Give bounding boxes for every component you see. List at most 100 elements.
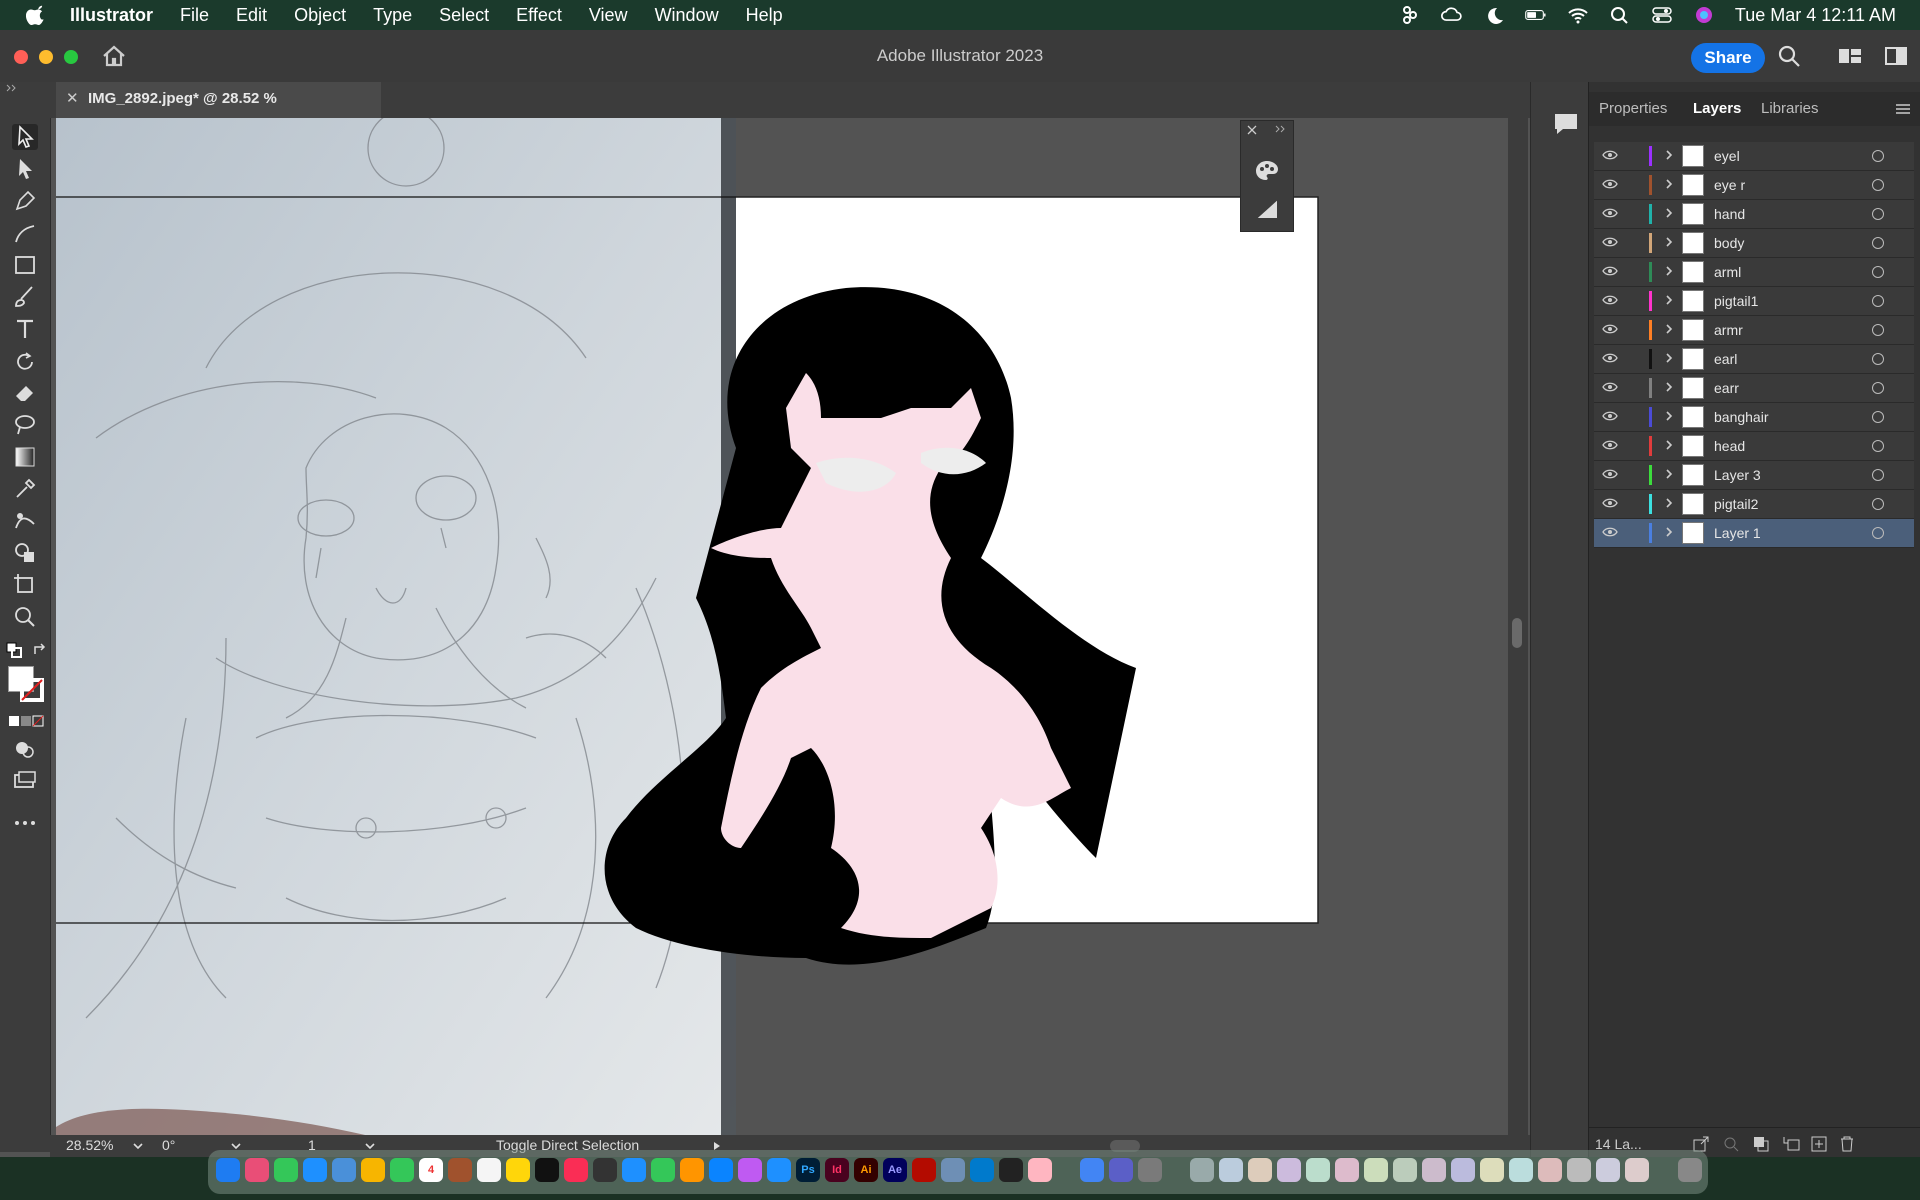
recent-file-icon-6[interactable] xyxy=(1335,1158,1359,1182)
visibility-eye-icon[interactable] xyxy=(1602,468,1618,480)
acrobat-icon[interactable] xyxy=(912,1158,936,1182)
launchpad-icon[interactable] xyxy=(245,1158,269,1182)
podcasts-icon[interactable] xyxy=(593,1158,617,1182)
artwork-canvas[interactable] xyxy=(56,118,1518,1135)
layer-row[interactable]: armr xyxy=(1594,316,1914,345)
numbers-icon[interactable] xyxy=(651,1158,675,1182)
puppet-warp-tool-icon[interactable] xyxy=(12,508,38,534)
comments-icon[interactable] xyxy=(1553,112,1579,136)
tab-libraries[interactable]: Libraries xyxy=(1761,100,1819,117)
layer-name[interactable]: earl xyxy=(1714,351,1737,367)
expand-layer-chevron-icon[interactable] xyxy=(1664,149,1674,161)
layer-row[interactable]: earr xyxy=(1594,374,1914,403)
vertical-scroll-thumb[interactable] xyxy=(1512,618,1522,648)
zoom-level-field[interactable]: 28.52% xyxy=(66,1137,113,1153)
screen-mode-icon[interactable] xyxy=(12,768,38,794)
notes-icon[interactable] xyxy=(506,1158,530,1182)
recent-file-icon-16[interactable] xyxy=(1625,1158,1649,1182)
layer-target-icon[interactable] xyxy=(1872,179,1884,191)
new-layer-icon[interactable] xyxy=(1811,1136,1827,1152)
maximize-window-button[interactable] xyxy=(64,50,78,64)
expand-layer-chevron-icon[interactable] xyxy=(1664,526,1674,538)
expand-panel-icon[interactable] xyxy=(1275,125,1287,133)
expand-layer-chevron-icon[interactable] xyxy=(1664,207,1674,219)
siri-icon[interactable] xyxy=(1693,6,1715,24)
indesign-icon[interactable]: Id xyxy=(825,1158,849,1182)
finder-icon[interactable] xyxy=(216,1158,240,1182)
app-store-icon[interactable] xyxy=(709,1158,733,1182)
close-document-icon[interactable]: ✕ xyxy=(66,82,79,116)
layer-row[interactable]: hand xyxy=(1594,200,1914,229)
minimize-window-button[interactable] xyxy=(39,50,53,64)
trash-icon[interactable] xyxy=(1839,1136,1855,1152)
document-tab[interactable]: ✕ IMG_2892.jpeg* @ 28.52 % (RGB/Preview) xyxy=(56,82,381,141)
calendar-icon[interactable]: 4 xyxy=(419,1158,443,1182)
recent-app-icon[interactable] xyxy=(1138,1158,1162,1182)
visibility-eye-icon[interactable] xyxy=(1602,381,1618,393)
visibility-eye-icon[interactable] xyxy=(1602,236,1618,248)
illustrator-icon[interactable]: Ai xyxy=(854,1158,878,1182)
layer-name[interactable]: pigtail2 xyxy=(1714,496,1758,512)
stroke-none-swatch[interactable] xyxy=(20,678,44,702)
music-icon[interactable] xyxy=(564,1158,588,1182)
apple-tv-icon[interactable] xyxy=(535,1158,559,1182)
menu-file[interactable]: File xyxy=(180,5,209,26)
color-palette-icon[interactable] xyxy=(1254,159,1280,183)
layer-name[interactable]: banghair xyxy=(1714,409,1769,425)
panel-menu-icon[interactable] xyxy=(1895,102,1911,116)
gradient-tool-icon[interactable] xyxy=(12,444,38,470)
lasso-tool-icon[interactable] xyxy=(12,412,38,438)
layer-row[interactable]: eye r xyxy=(1594,171,1914,200)
layer-target-icon[interactable] xyxy=(1872,353,1884,365)
color-mode-icons[interactable] xyxy=(8,714,44,728)
pages-icon[interactable] xyxy=(680,1158,704,1182)
layer-row[interactable]: arml xyxy=(1594,258,1914,287)
menu-help[interactable]: Help xyxy=(746,5,783,26)
do-not-disturb-moon-icon[interactable] xyxy=(1483,6,1505,24)
recent-file-icon-9[interactable] xyxy=(1422,1158,1446,1182)
hello-kitty-app-icon[interactable] xyxy=(1028,1158,1052,1182)
layer-row[interactable]: head xyxy=(1594,432,1914,461)
facetime-icon[interactable] xyxy=(390,1158,414,1182)
photoshop-icon[interactable]: Ps xyxy=(796,1158,820,1182)
layer-name[interactable]: head xyxy=(1714,438,1745,454)
type-tool-icon[interactable] xyxy=(12,316,38,342)
layer-name[interactable]: eyel xyxy=(1714,148,1740,164)
layer-name[interactable]: eye r xyxy=(1714,177,1745,193)
layer-row[interactable]: body xyxy=(1594,229,1914,258)
pen-tool-icon[interactable] xyxy=(12,188,38,214)
figma-dock-icon[interactable] xyxy=(999,1158,1023,1182)
close-window-button[interactable] xyxy=(14,50,28,64)
rotate-tool-icon[interactable] xyxy=(12,348,38,374)
artboard-tool-icon[interactable] xyxy=(12,572,38,598)
more-tools-icon[interactable] xyxy=(14,820,36,826)
visibility-eye-icon[interactable] xyxy=(1602,410,1618,422)
figma-icon[interactable] xyxy=(1399,6,1421,24)
menu-view[interactable]: View xyxy=(589,5,628,26)
close-panel-icon[interactable] xyxy=(1247,125,1257,135)
swap-fill-stroke-icon[interactable] xyxy=(32,642,48,658)
visibility-eye-icon[interactable] xyxy=(1602,178,1618,190)
layer-row[interactable]: pigtail1 xyxy=(1594,287,1914,316)
menu-effect[interactable]: Effect xyxy=(516,5,562,26)
recent-file-icon-4[interactable] xyxy=(1277,1158,1301,1182)
safari-icon[interactable] xyxy=(767,1158,791,1182)
layer-target-icon[interactable] xyxy=(1872,498,1884,510)
recent-file-icon-13[interactable] xyxy=(1538,1158,1562,1182)
zoom-tool-icon[interactable] xyxy=(12,604,38,630)
layer-name[interactable]: body xyxy=(1714,235,1744,251)
direct-selection-tool-icon[interactable] xyxy=(12,156,38,182)
apple-menu-icon[interactable] xyxy=(26,4,48,26)
spotlight-search-icon[interactable] xyxy=(1609,6,1631,24)
expand-layer-chevron-icon[interactable] xyxy=(1664,265,1674,277)
layer-name[interactable]: armr xyxy=(1714,322,1743,338)
wifi-icon[interactable] xyxy=(1567,6,1589,24)
keynote-icon[interactable] xyxy=(622,1158,646,1182)
collapse-panel-icon[interactable] xyxy=(6,84,18,92)
maps-icon[interactable] xyxy=(332,1158,356,1182)
chrome-icon[interactable] xyxy=(1080,1158,1104,1182)
arrange-documents-icon[interactable] xyxy=(1838,44,1862,68)
layer-row[interactable]: Layer 3 xyxy=(1594,461,1914,490)
creative-cloud-icon[interactable] xyxy=(1440,6,1463,24)
layer-name[interactable]: Layer 1 xyxy=(1714,525,1761,541)
